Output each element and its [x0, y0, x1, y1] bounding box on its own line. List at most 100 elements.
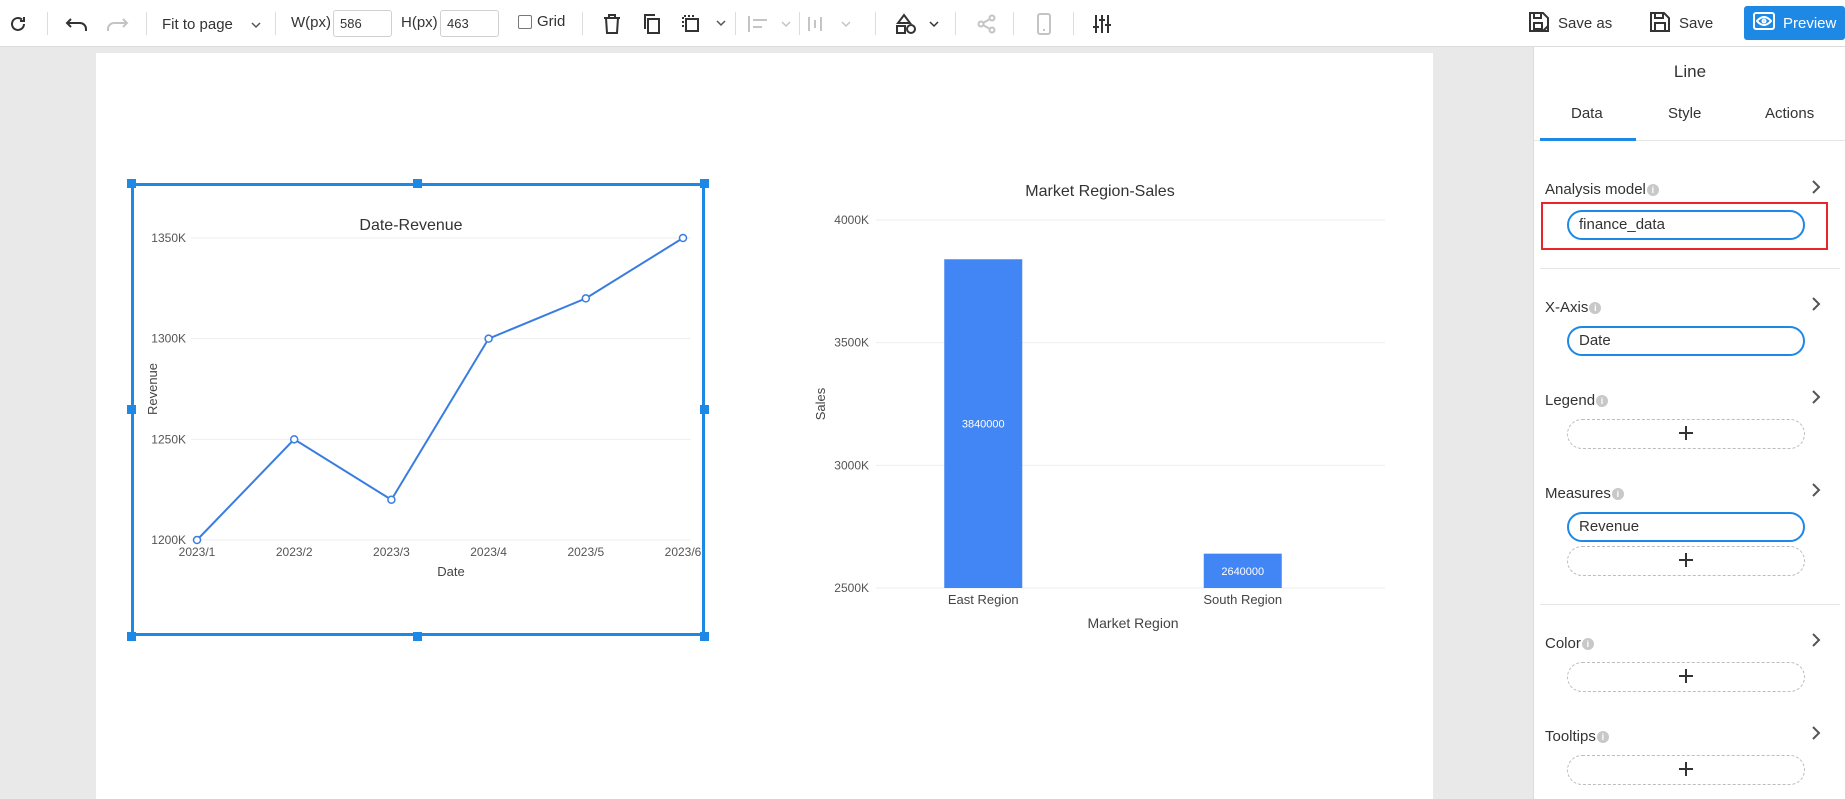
resize-handle[interactable] [127, 405, 136, 414]
y-tick-label: 1300K [151, 332, 186, 346]
save-label: Save [1679, 15, 1714, 32]
save-as-button[interactable]: Save as [1528, 10, 1612, 37]
analysis-model-label: Analysis model i [1545, 181, 1659, 198]
shapes-icon[interactable] [893, 0, 941, 47]
line-chart-widget[interactable]: Date-Revenue 1200K 1250K 1300K 1350K Revenue 2… [131, 183, 705, 636]
tooltips-label: Tooltips i [1545, 728, 1609, 745]
tab-data[interactable]: Data [1571, 105, 1603, 122]
toolbar-divider [275, 12, 276, 35]
copy-icon[interactable] [640, 0, 664, 47]
toolbar-divider [955, 12, 956, 35]
bar-data-label: 3840000 [962, 419, 1005, 431]
info-icon[interactable]: i [1589, 301, 1602, 314]
x-tick-label: 2023/1 [179, 545, 216, 559]
grid-label: Grid [537, 13, 566, 30]
section-divider [1540, 604, 1840, 605]
resize-handle[interactable] [127, 179, 136, 188]
y-axis-label: Sales [813, 387, 828, 420]
data-point [678, 233, 688, 243]
info-icon[interactable]: i [1596, 730, 1609, 743]
x-axis-field[interactable]: Date [1567, 326, 1805, 356]
plus-icon [1678, 668, 1694, 687]
data-point [484, 334, 493, 343]
toolbar-divider [47, 12, 48, 35]
toolbar-divider [735, 12, 736, 35]
chevron-down-icon[interactable] [713, 0, 729, 47]
resize-handle[interactable] [700, 405, 709, 414]
tab-actions[interactable]: Actions [1765, 105, 1814, 122]
legend-text: Legend [1545, 392, 1596, 409]
redo-icon[interactable] [103, 0, 131, 47]
mobile-icon[interactable] [1033, 0, 1055, 47]
fit-to-page-select[interactable]: Fit to page [150, 12, 265, 36]
measures-field[interactable]: Revenue [1567, 512, 1805, 542]
measures-text: Measures [1545, 485, 1611, 502]
x-axis-text: X-Axis [1545, 299, 1589, 316]
save-button[interactable]: Save [1649, 10, 1713, 37]
share-icon[interactable] [973, 0, 1001, 47]
resize-handle[interactable] [127, 632, 136, 641]
tab-style[interactable]: Style [1668, 105, 1701, 122]
chevron-right-icon[interactable] [1811, 483, 1821, 500]
resize-handle[interactable] [413, 632, 422, 641]
resize-handle[interactable] [700, 632, 709, 641]
chevron-right-icon[interactable] [1811, 726, 1821, 743]
x-tick-label: 2023/2 [276, 545, 313, 559]
bar-data-label: 2640000 [1221, 566, 1264, 578]
y-tick-label: 3500K [834, 336, 869, 350]
highlight-box [1541, 202, 1828, 250]
y-tick-label: 1250K [151, 432, 186, 446]
save-icon [1649, 11, 1671, 37]
resize-handle[interactable] [413, 179, 422, 188]
layer-icon[interactable] [679, 0, 703, 47]
resize-handle[interactable] [700, 179, 709, 188]
legend-add-button[interactable] [1567, 419, 1805, 449]
color-label: Color i [1545, 635, 1594, 652]
x-tick-label: 2023/6 [665, 545, 702, 559]
measures-add-button[interactable] [1567, 546, 1805, 576]
y-tick-label: 3000K [834, 458, 869, 472]
preview-label: Preview [1783, 14, 1837, 32]
color-add-button[interactable] [1567, 662, 1805, 692]
align-left-icon[interactable] [745, 0, 795, 47]
info-icon[interactable]: i [1581, 637, 1594, 650]
chevron-right-icon[interactable] [1811, 180, 1821, 197]
save-as-icon [1528, 11, 1550, 37]
toolbar-divider [582, 12, 583, 35]
plus-icon [1678, 761, 1694, 780]
data-point [581, 294, 591, 303]
undo-icon[interactable] [63, 0, 91, 47]
bar-chart: Market Region-Sales 2500K 3000K 3500K 4000K S… [813, 183, 1385, 631]
delete-icon[interactable] [600, 0, 624, 47]
y-tick-label: 4000K [834, 213, 869, 227]
legend-label: Legend i [1545, 392, 1609, 409]
info-icon[interactable]: i [1596, 394, 1609, 407]
properties-panel: Line Data Style Actions Analysis model i … [1533, 47, 1845, 799]
x-tick-label: 2023/3 [373, 545, 410, 559]
revenue-line [196, 237, 684, 541]
chevron-right-icon[interactable] [1811, 633, 1821, 650]
top-toolbar: Fit to page W(px) 586 H(px) 463 Grid Sav… [0, 0, 1845, 47]
data-point [289, 435, 299, 444]
width-label: W(px) [291, 14, 331, 31]
chevron-right-icon[interactable] [1811, 297, 1821, 314]
preview-button[interactable]: Preview [1744, 6, 1845, 40]
info-icon[interactable]: i [1611, 487, 1624, 500]
width-input[interactable]: 586 [333, 10, 392, 37]
bar-chart-widget[interactable]: Market Region-Sales 2500K 3000K 3500K 4000K S… [800, 170, 1400, 640]
grid-checkbox[interactable] [518, 15, 532, 29]
data-point [387, 495, 396, 504]
distribute-icon[interactable] [805, 0, 855, 47]
y-axis-label: Revenue [145, 363, 160, 415]
chevron-right-icon[interactable] [1811, 390, 1821, 407]
info-icon[interactable]: i [1646, 183, 1659, 196]
x-tick-label: 2023/5 [567, 545, 604, 559]
settings-sliders-icon[interactable] [1090, 0, 1114, 47]
y-tick-label: 1350K [151, 231, 186, 245]
active-tab-indicator [1540, 138, 1636, 141]
y-tick-label: 2500K [834, 581, 869, 595]
height-input[interactable]: 463 [440, 10, 499, 37]
x-tick-label: South Region [1203, 592, 1282, 607]
tooltips-add-button[interactable] [1567, 755, 1805, 785]
refresh-icon[interactable] [6, 0, 30, 47]
